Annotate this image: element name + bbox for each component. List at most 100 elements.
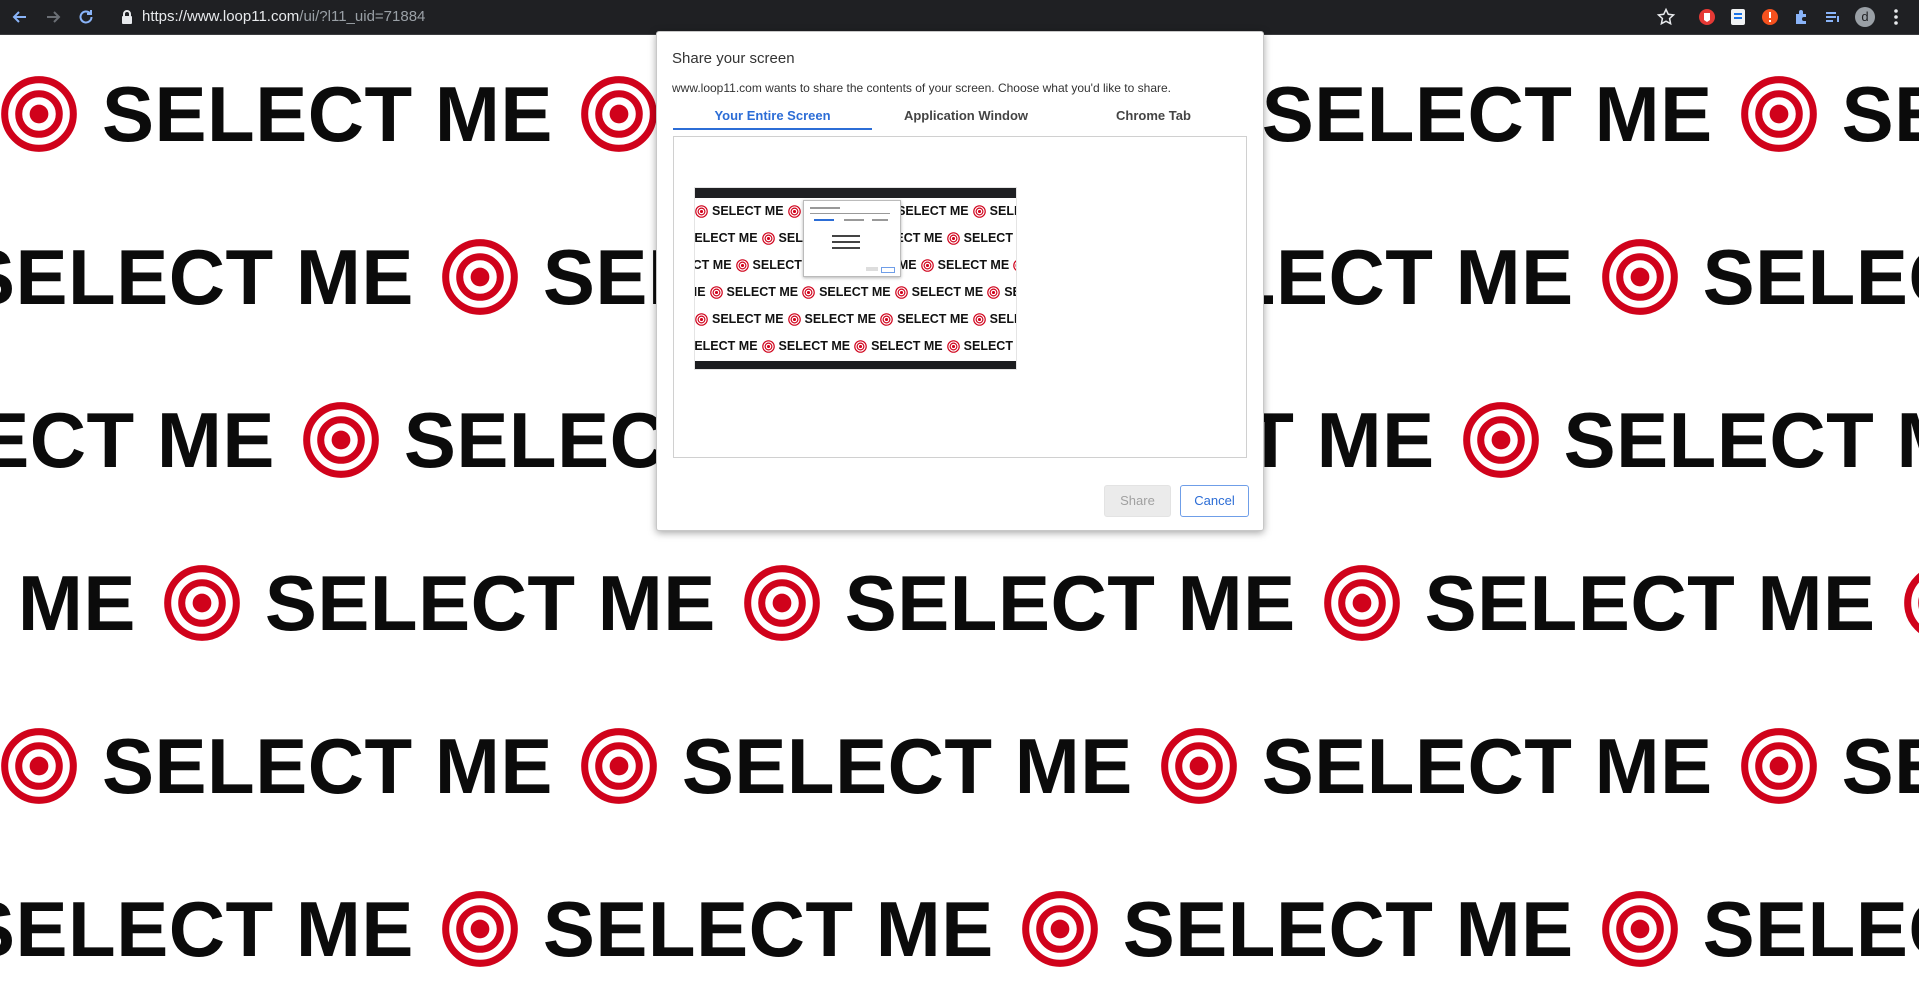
thumbnail-select-me-text: SELECT ME xyxy=(804,312,877,326)
thumbnail-target-icon xyxy=(946,231,960,245)
select-me-text: SELECT ME xyxy=(844,559,1296,647)
address-bar[interactable]: https://www.loop11.com/ui/?l11_uid=71884 xyxy=(142,7,425,27)
lock-icon[interactable] xyxy=(117,7,137,27)
thumbnail-target-icon xyxy=(972,204,986,218)
target-icon[interactable] xyxy=(1903,564,1919,642)
target-icon[interactable] xyxy=(1601,890,1679,968)
thumbnail-dialog xyxy=(803,200,901,277)
target-icon[interactable] xyxy=(1160,727,1238,805)
extension-alert-icon[interactable] xyxy=(1760,7,1780,27)
target-icon[interactable] xyxy=(1740,727,1818,805)
share-tabs: Your Entire Screen Application Window Ch… xyxy=(673,102,1247,130)
select-me-text: SELECT ME xyxy=(681,722,1133,810)
thumbnail-select-me-text: SELECT ME xyxy=(897,204,969,218)
select-me-text: SELECT ME xyxy=(102,70,553,158)
select-me-text: SELECT ME xyxy=(102,722,553,810)
thumbnail-select-me-text: SELECT ME xyxy=(989,204,1016,218)
thumbnail-target-icon xyxy=(709,285,723,299)
thumbnail-select-me-text: SELECT ME xyxy=(778,339,851,353)
bookmark-star-icon[interactable] xyxy=(1656,7,1676,27)
tab-entire-screen[interactable]: Your Entire Screen xyxy=(673,102,872,130)
thumbnail-target-icon xyxy=(880,312,893,326)
thumbnail-select-me-text: SELECT ME xyxy=(989,312,1016,326)
thumbnail-target-icon xyxy=(1013,259,1016,271)
thumbnail-select-me-text: SELECT ME xyxy=(694,231,758,245)
target-icon[interactable] xyxy=(441,238,519,316)
share-button[interactable]: Share xyxy=(1104,485,1171,517)
thumbnail-target-icon xyxy=(854,339,867,353)
thumbnail-pattern-row: SELECT MESELECT MESELECT MESELECT MESELE… xyxy=(695,283,1016,301)
cancel-button[interactable]: Cancel xyxy=(1180,485,1249,517)
target-icon[interactable] xyxy=(580,727,658,805)
select-me-text: SELECT ME xyxy=(1563,396,1919,484)
thumbnail-select-me-text: SELECT ME xyxy=(871,339,943,353)
thumbnail-target-icon xyxy=(972,312,986,326)
browser-toolbar: https://www.loop11.com/ui/?l11_uid=71884… xyxy=(0,0,1919,35)
thumbnail-target-icon xyxy=(787,312,801,326)
thumbnail-target-icon xyxy=(987,285,1000,299)
select-me-text: SELECT ME xyxy=(1841,70,1919,158)
profile-avatar[interactable]: d xyxy=(1855,7,1875,27)
pattern-row: SELECT MESELECT MESELECT MESELECT MESELE… xyxy=(0,883,1919,975)
url-path: /ui/?l11_uid=71884 xyxy=(299,8,426,25)
reload-icon[interactable] xyxy=(76,7,96,27)
thumbnail-select-me-text: SELECT ME xyxy=(963,231,1016,245)
thumbnail-target-icon xyxy=(946,339,960,353)
back-icon[interactable] xyxy=(10,7,30,27)
dialog-title: Share your screen xyxy=(672,50,795,67)
pattern-row: SELECT MESELECT MESELECT MESELECT MESELE… xyxy=(0,557,1919,649)
select-me-text: SELECT ME xyxy=(1261,70,1713,158)
entire-screen-thumbnail[interactable]: SELECT ME SELECT ME SELECT ME SELECT ME SELE… xyxy=(694,187,1017,370)
thumbnail-select-me-text: SELECT ME xyxy=(897,312,969,326)
thumbnail-target-icon xyxy=(761,231,775,245)
thumbnail-pattern-row: SELECT MESELECT MESELECT MESELECT MESELE… xyxy=(694,337,1016,355)
thumbnail-pattern-row: SELECT MESELECT MESELECT MESELECT MESELE… xyxy=(695,310,1016,328)
select-me-text: SELECT ME xyxy=(1702,885,1919,973)
extensions-puzzle-icon[interactable] xyxy=(1792,7,1812,27)
select-me-text: SELECT ME xyxy=(1841,722,1919,810)
select-me-text: SELECT ME xyxy=(1702,233,1919,321)
select-me-text: SELECT ME xyxy=(1261,722,1713,810)
extension-shield-icon[interactable] xyxy=(1697,7,1717,27)
pattern-row: SELECT MESELECT MESELECT MESELECT MESELE… xyxy=(0,720,1919,812)
tab-application-window[interactable]: Application Window xyxy=(872,102,1060,130)
extension-page-icon[interactable] xyxy=(1728,7,1748,27)
target-icon[interactable] xyxy=(1323,564,1401,642)
target-icon[interactable] xyxy=(441,890,519,968)
media-queue-icon[interactable] xyxy=(1823,7,1843,27)
thumbnail-select-me-text: SELECT ME xyxy=(1004,285,1016,299)
thumbnail-select-me-text: SELECT ME xyxy=(819,285,891,299)
target-icon[interactable] xyxy=(1021,890,1099,968)
forward-icon[interactable] xyxy=(43,7,63,27)
thumbnail-taskbar xyxy=(695,361,1016,369)
target-icon[interactable] xyxy=(302,401,380,479)
select-me-text: SELECT ME xyxy=(1122,885,1574,973)
thumbnail-browser-bar xyxy=(695,188,1016,198)
target-icon[interactable] xyxy=(163,564,241,642)
thumbnail-target-icon xyxy=(761,339,775,353)
thumbnail-target-icon xyxy=(695,312,708,326)
target-icon[interactable] xyxy=(0,727,78,805)
thumbnail-select-me-text: SELECT ME xyxy=(911,285,984,299)
url-host: https://www.loop11.com xyxy=(142,8,300,25)
target-icon[interactable] xyxy=(580,75,658,153)
select-me-text: SELECT ME xyxy=(0,233,414,321)
thumbnail-target-icon xyxy=(695,204,708,218)
screen-picker-panel: SELECT ME SELECT ME SELECT ME SELECT ME SELE… xyxy=(673,136,1247,458)
profile-initial: d xyxy=(1861,9,1869,24)
thumbnail-select-me-text: SELECT ME xyxy=(694,258,732,272)
thumbnail-select-me-text: SELECT ME xyxy=(712,312,784,326)
target-icon[interactable] xyxy=(1462,401,1540,479)
target-icon[interactable] xyxy=(743,564,821,642)
target-icon[interactable] xyxy=(1601,238,1679,316)
tab-chrome-tab[interactable]: Chrome Tab xyxy=(1060,102,1247,130)
select-me-text: SELECT ME xyxy=(264,559,716,647)
select-me-text: SELECT ME xyxy=(0,396,275,484)
thumbnail-target-icon xyxy=(802,285,815,299)
select-me-text: SELECT ME xyxy=(542,885,994,973)
more-menu-icon[interactable] xyxy=(1886,7,1906,27)
target-icon[interactable] xyxy=(1740,75,1818,153)
target-icon[interactable] xyxy=(0,75,78,153)
share-screen-dialog: Share your screen www.loop11.com wants t… xyxy=(656,31,1264,531)
thumbnail-select-me-text: SELECT ME xyxy=(694,339,758,353)
